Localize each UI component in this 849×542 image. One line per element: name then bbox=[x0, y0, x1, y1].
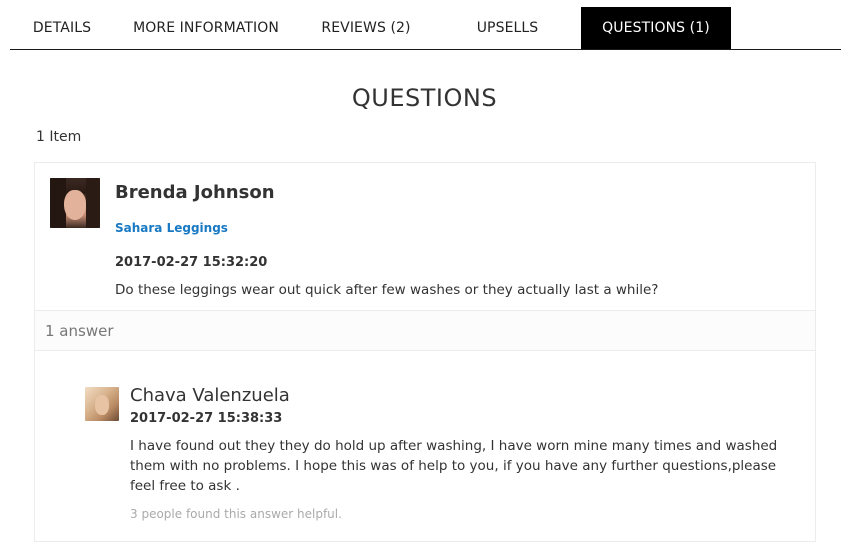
answers-toggle[interactable]: 1 answer bbox=[35, 310, 815, 351]
tab-upsells[interactable]: UPSELLS bbox=[434, 7, 581, 49]
answer-count: 1 answer bbox=[45, 322, 114, 340]
answer-date: 2017-02-27 15:38:33 bbox=[130, 411, 283, 426]
tab-questions[interactable]: QUESTIONS (1) bbox=[581, 7, 731, 49]
question-card: Brenda Johnson Sahara Leggings 2017-02-2… bbox=[34, 162, 816, 542]
product-tabs: DETAILS MORE INFORMATION REVIEWS (2) UPS… bbox=[10, 7, 841, 50]
question-author-avatar bbox=[50, 178, 100, 228]
tab-reviews[interactable]: REVIEWS (2) bbox=[298, 7, 434, 49]
answer-author-avatar bbox=[85, 387, 119, 421]
question-author-name: Brenda Johnson bbox=[115, 182, 275, 203]
question-product-link[interactable]: Sahara Leggings bbox=[115, 221, 228, 235]
section-heading: QUESTIONS bbox=[351, 84, 498, 112]
item-count: 1 Item bbox=[36, 129, 82, 145]
answer-author-name: Chava Valenzuela bbox=[130, 385, 290, 406]
tab-details[interactable]: DETAILS bbox=[10, 7, 114, 49]
question-text: Do these leggings wear out quick after f… bbox=[115, 282, 659, 298]
answer-text: I have found out they they do hold up af… bbox=[130, 438, 778, 494]
tab-more-information[interactable]: MORE INFORMATION bbox=[114, 7, 298, 49]
question-date: 2017-02-27 15:32:20 bbox=[115, 255, 268, 270]
answer-helpful-count: 3 people found this answer helpful. bbox=[130, 507, 342, 521]
